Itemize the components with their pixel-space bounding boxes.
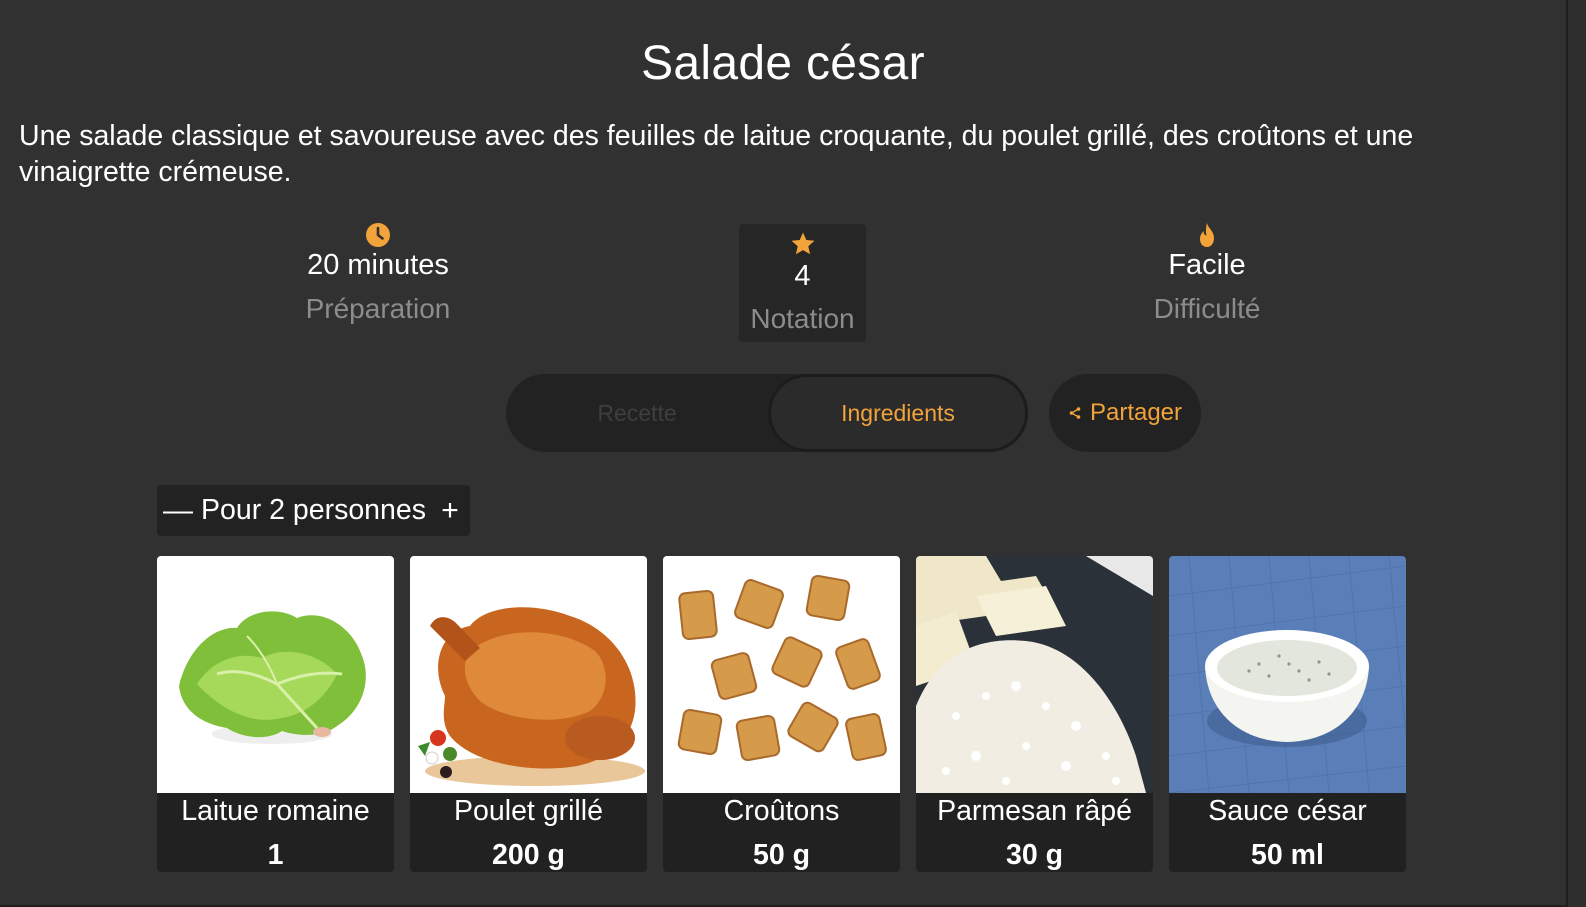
star-icon bbox=[791, 232, 814, 255]
rating-value: 4 bbox=[794, 260, 811, 292]
ingredient-card: Laitue romaine 1 bbox=[157, 556, 394, 872]
ingredient-name: Laitue romaine bbox=[181, 795, 370, 827]
parmesan-image bbox=[916, 556, 1153, 793]
servings-stepper: — Pour 2 personnes + bbox=[157, 485, 470, 536]
difficulty-label: Difficulté bbox=[1153, 293, 1261, 324]
decrease-servings-button[interactable]: — bbox=[163, 491, 193, 531]
rating-stat: 4 Notation bbox=[739, 224, 866, 342]
caesar-sauce-image bbox=[1169, 556, 1406, 793]
lettuce-image bbox=[157, 556, 394, 793]
ingredient-card: Poulet grillé 200 g bbox=[410, 556, 647, 872]
recipe-description: Une salade classique et savoureuse avec … bbox=[19, 120, 1414, 188]
servings-label: Pour 2 personnes bbox=[201, 494, 426, 526]
share-icon bbox=[1069, 407, 1081, 419]
prep-time-label: Préparation bbox=[305, 293, 451, 324]
flame-icon bbox=[1200, 223, 1214, 247]
difficulty-stat: Facile Difficulté bbox=[1127, 222, 1287, 326]
tab-ingredients[interactable]: Ingredients bbox=[768, 374, 1028, 452]
share-label: Partager bbox=[1089, 399, 1183, 426]
ingredient-name: Poulet grillé bbox=[454, 795, 603, 827]
ingredient-quantity: 50 g bbox=[752, 839, 811, 871]
ingredient-quantity: 200 g bbox=[492, 839, 565, 871]
tab-recette[interactable]: Recette bbox=[506, 374, 768, 452]
ingredient-quantity: 50 ml bbox=[1251, 839, 1324, 871]
recipe-page: Salade césar Une salade classique et sav… bbox=[0, 0, 1568, 907]
croutons-image bbox=[663, 556, 900, 793]
ingredient-name: Sauce césar bbox=[1208, 795, 1367, 827]
ingredient-name: Croûtons bbox=[723, 795, 840, 827]
recipe-tabs: Recette Ingredients bbox=[506, 374, 1028, 452]
roast-chicken-image bbox=[410, 556, 647, 793]
ingredient-card: Sauce césar 50 ml bbox=[1169, 556, 1406, 872]
ingredient-card: Croûtons 50 g bbox=[663, 556, 900, 872]
page-title: Salade césar bbox=[641, 37, 925, 90]
share-button[interactable]: Partager bbox=[1049, 374, 1201, 452]
clock-icon bbox=[366, 223, 390, 247]
increase-servings-button[interactable]: + bbox=[436, 491, 464, 531]
ingredient-quantity: 1 bbox=[267, 839, 284, 871]
ingredient-quantity: 30 g bbox=[1005, 839, 1064, 871]
prep-time-value: 20 minutes bbox=[307, 249, 449, 281]
ingredient-name: Parmesan râpé bbox=[937, 795, 1132, 827]
prep-time-stat: 20 minutes Préparation bbox=[298, 222, 458, 326]
difficulty-value: Facile bbox=[1168, 249, 1246, 281]
rating-label: Notation bbox=[750, 303, 855, 334]
ingredient-card: Parmesan râpé 30 g bbox=[916, 556, 1153, 872]
